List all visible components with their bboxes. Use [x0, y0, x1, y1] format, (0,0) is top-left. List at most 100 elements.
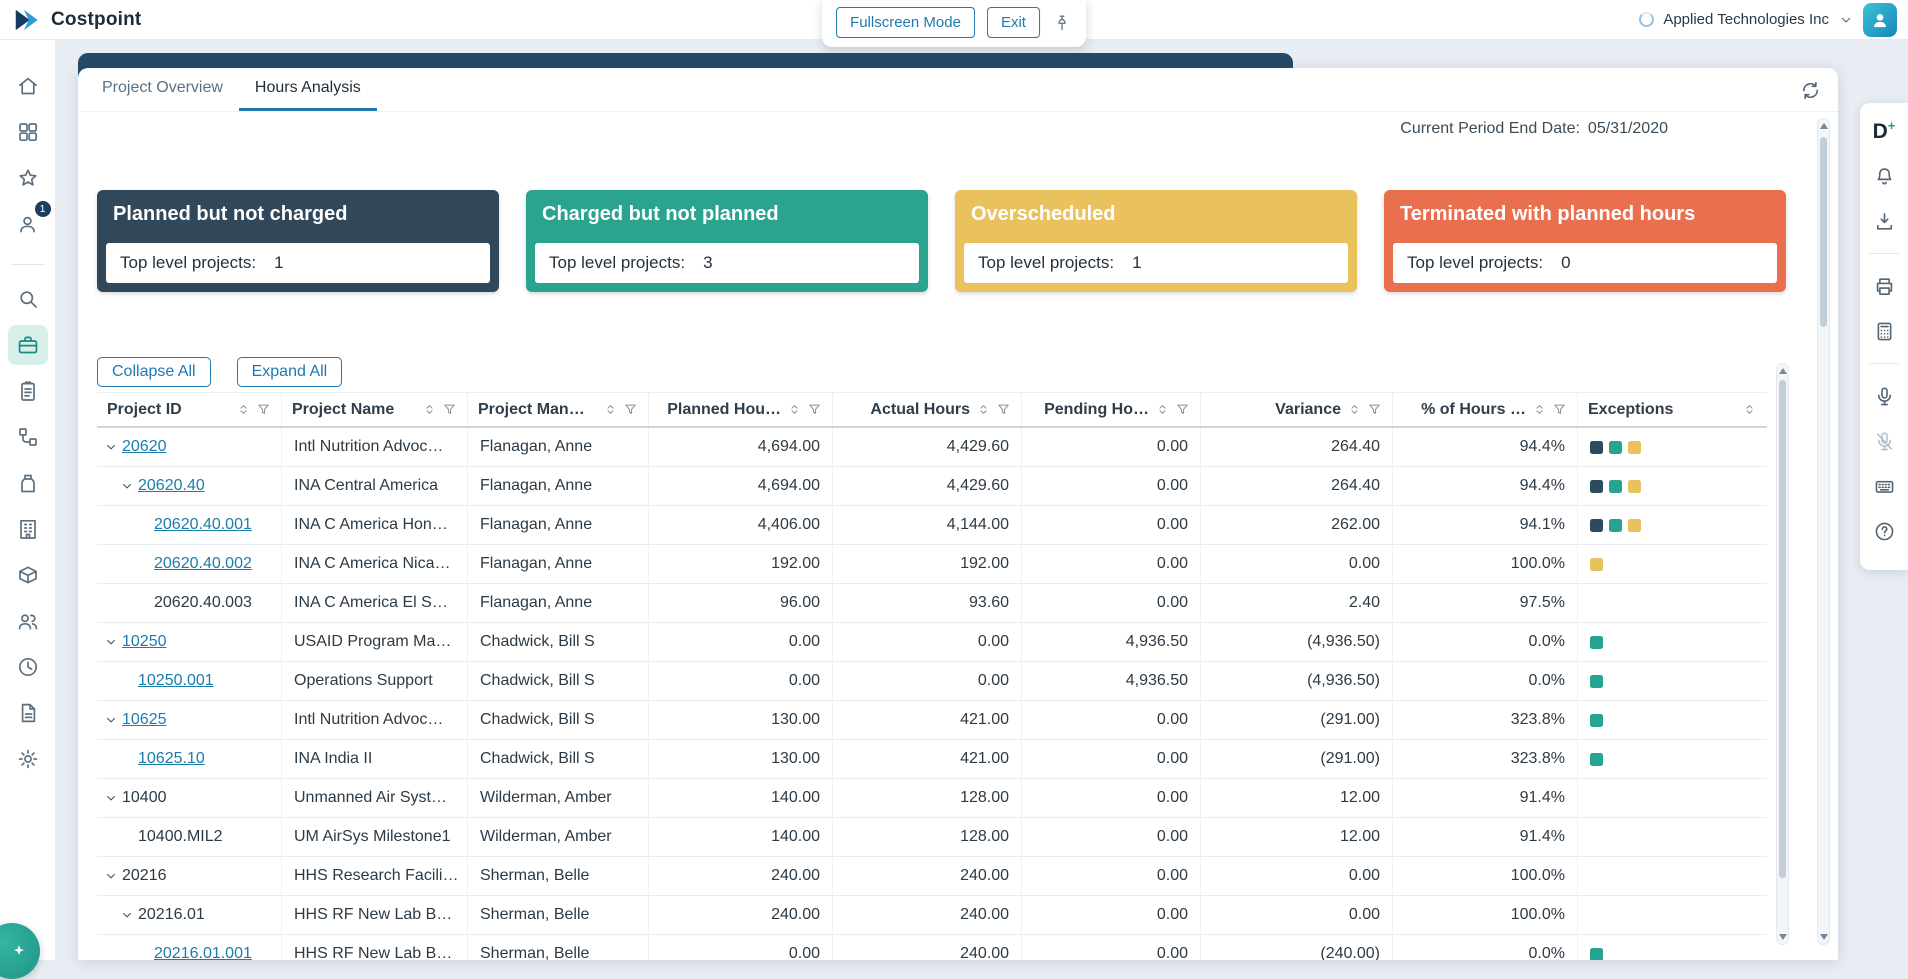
panel-scrollbar[interactable]: [1817, 118, 1830, 945]
project-id-link[interactable]: 20216.01.001: [154, 945, 252, 960]
filter-icon[interactable]: [623, 402, 638, 417]
card-title: Charged but not planned: [526, 190, 928, 226]
project-id-link[interactable]: 10250: [122, 633, 167, 651]
summary-card-4[interactable]: Terminated with planned hoursTop level p…: [1384, 190, 1786, 292]
exceptions-cell: [1578, 935, 1767, 960]
tool-calculator[interactable]: [1866, 313, 1902, 349]
table-scrollbar[interactable]: [1776, 363, 1789, 945]
sidebar-item-apps-grid[interactable]: [8, 112, 48, 152]
filter-icon[interactable]: [1552, 402, 1567, 417]
sidebar-item-people[interactable]: [8, 601, 48, 641]
filter-icon[interactable]: [1367, 402, 1382, 417]
tool-import-export[interactable]: [1866, 203, 1902, 239]
sort-icon[interactable]: [976, 402, 991, 417]
actual-cell: 4,429.60: [833, 467, 1022, 505]
sidebar-item-user-notifications[interactable]: 1: [8, 204, 48, 244]
sidebar-item-favorites-star[interactable]: [8, 158, 48, 198]
project-name-cell: INA Central America: [282, 467, 468, 505]
sort-icon[interactable]: [1532, 402, 1547, 417]
sort-icon[interactable]: [236, 402, 251, 417]
filter-icon[interactable]: [442, 402, 457, 417]
tool-microphone-off[interactable]: [1866, 423, 1902, 459]
sort-icon[interactable]: [1742, 402, 1757, 417]
sidebar-item-settings-gear[interactable]: [8, 739, 48, 779]
tool-print[interactable]: [1866, 268, 1902, 304]
project-id-link[interactable]: 10625: [122, 711, 167, 729]
sidebar-item-search[interactable]: [8, 279, 48, 319]
summary-card-2[interactable]: Charged but not plannedTop level project…: [526, 190, 928, 292]
filter-icon[interactable]: [256, 402, 271, 417]
sidebar-item-documents[interactable]: [8, 693, 48, 733]
tool-keyboard[interactable]: [1866, 468, 1902, 504]
actual-cell: 4,429.60: [833, 428, 1022, 466]
scrollbar-thumb[interactable]: [1820, 137, 1827, 327]
tool-help[interactable]: [1866, 513, 1902, 549]
summary-card-1[interactable]: Planned but not chargedTop level project…: [97, 190, 499, 292]
project-id-link[interactable]: 20620.40.002: [154, 555, 252, 573]
filter-icon[interactable]: [807, 402, 822, 417]
variance-cell: 0.00: [1201, 896, 1393, 934]
expand-chevron-icon[interactable]: [103, 790, 119, 806]
sort-icon[interactable]: [1155, 402, 1170, 417]
expand-chevron-icon[interactable]: [103, 712, 119, 728]
scrollbar-thumb[interactable]: [1779, 380, 1786, 878]
tool-microphone[interactable]: [1866, 378, 1902, 414]
filter-icon[interactable]: [996, 402, 1011, 417]
expand-chevron-icon[interactable]: [119, 478, 135, 494]
scroll-down-arrow[interactable]: [1820, 934, 1828, 940]
project-id-link[interactable]: 20620.40.001: [154, 516, 252, 534]
card-title: Overscheduled: [955, 190, 1357, 226]
project-id-link[interactable]: 10250.001: [138, 672, 214, 690]
user-avatar[interactable]: [1863, 3, 1897, 37]
pin-icon[interactable]: [1052, 13, 1072, 33]
scroll-down-arrow[interactable]: [1779, 934, 1787, 940]
sidebar-item-home[interactable]: [8, 66, 48, 106]
expand-chevron-icon[interactable]: [103, 634, 119, 650]
settings-gear-icon: [16, 747, 40, 771]
expand-all-button[interactable]: Expand All: [237, 357, 343, 387]
refresh-icon[interactable]: [1799, 79, 1822, 102]
fullscreen-mode-button[interactable]: Fullscreen Mode: [836, 7, 975, 38]
expand-chevron-icon[interactable]: [119, 907, 135, 923]
tool-notifications-bell[interactable]: [1866, 158, 1902, 194]
planned-cell: 4,406.00: [649, 506, 833, 544]
expand-chevron-icon[interactable]: [103, 439, 119, 455]
scroll-up-arrow[interactable]: [1779, 368, 1787, 374]
exceptions-cell: [1578, 545, 1767, 583]
table-row: 10625Intl Nutrition Advoc…Chadwick, Bill…: [97, 701, 1767, 740]
project-id-link[interactable]: 20620.40: [138, 477, 205, 495]
sort-icon[interactable]: [422, 402, 437, 417]
filter-icon[interactable]: [1175, 402, 1190, 417]
project-id-cell: 10250: [97, 623, 282, 661]
chevron-down-icon[interactable]: [1838, 12, 1854, 28]
sidebar-item-projects[interactable]: [8, 325, 48, 365]
grid-actions: Collapse All Expand All: [97, 357, 342, 387]
project-id-cell: 20216.01: [97, 896, 282, 934]
rail-divider: [11, 264, 45, 265]
expand-chevron-icon[interactable]: [103, 868, 119, 884]
scroll-up-arrow[interactable]: [1820, 123, 1828, 129]
sidebar-item-pitcher[interactable]: [8, 463, 48, 503]
sidebar-item-materials-box[interactable]: [8, 555, 48, 595]
sidebar-item-time-clock[interactable]: [8, 647, 48, 687]
sort-icon[interactable]: [787, 402, 802, 417]
exit-button[interactable]: Exit: [987, 7, 1040, 38]
project-id-link[interactable]: 10625.10: [138, 750, 205, 768]
sort-icon[interactable]: [603, 402, 618, 417]
sort-icon[interactable]: [1347, 402, 1362, 417]
tool-dela-assistant[interactable]: D+: [1866, 113, 1902, 149]
sidebar-item-organization[interactable]: [8, 509, 48, 549]
tab-project-overview[interactable]: Project Overview: [86, 68, 239, 111]
project-manager-cell: Sherman, Belle: [468, 857, 649, 895]
project-manager-cell: Chadwick, Bill S: [468, 701, 649, 739]
tab-hours-analysis[interactable]: Hours Analysis: [239, 68, 377, 111]
sidebar-item-clipboard[interactable]: [8, 371, 48, 411]
company-selector[interactable]: Applied Technologies Inc: [1663, 11, 1829, 28]
sidebar-item-workflow[interactable]: [8, 417, 48, 457]
project-id-link[interactable]: 20620: [122, 438, 167, 456]
summary-card-3[interactable]: OverscheduledTop level projects:1: [955, 190, 1357, 292]
collapse-all-button[interactable]: Collapse All: [97, 357, 211, 387]
variance-cell: 0.00: [1201, 545, 1393, 583]
indent-spacer: [103, 603, 135, 604]
pending-cell: 0.00: [1022, 740, 1201, 778]
